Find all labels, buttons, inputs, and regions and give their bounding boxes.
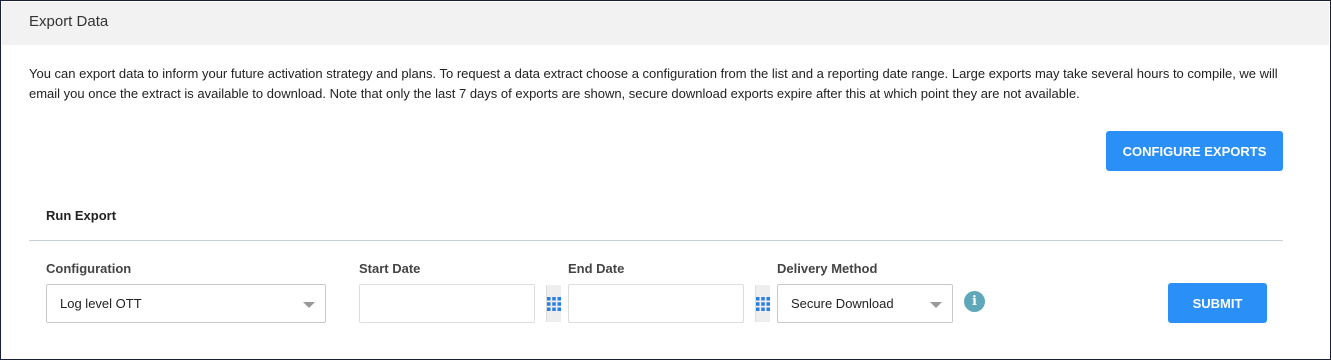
start-date-label: Start Date [359,261,421,276]
configuration-selected-value: Log level OTT [60,296,142,311]
configuration-select[interactable]: Log level OTT [46,284,326,323]
configuration-label: Configuration [46,261,132,276]
panel-header: Export Data [2,2,1329,45]
chevron-down-icon [303,302,315,308]
run-export-title: Run Export [46,208,117,223]
start-date-input[interactable] [360,285,546,322]
page-title: Export Data [29,13,109,30]
export-data-panel: Export Data You can export data to infor… [0,0,1331,360]
end-date-label: End Date [568,261,625,276]
configure-exports-button[interactable]: CONFIGURE EXPORTS [1106,131,1283,171]
section-divider [29,240,1283,241]
end-date-input[interactable] [569,285,755,322]
chevron-down-icon [930,302,942,308]
calendar-grid-icon[interactable] [755,285,770,322]
submit-button[interactable]: SUBMIT [1168,283,1267,323]
calendar-grid-icon[interactable] [546,285,561,322]
start-date-field [359,284,561,323]
end-date-field [568,284,770,323]
info-icon[interactable]: i [964,291,985,312]
delivery-method-select[interactable]: Secure Download [777,284,953,323]
delivery-method-label: Delivery Method [777,261,878,276]
export-description: You can export data to inform your futur… [29,66,1278,101]
delivery-method-selected-value: Secure Download [791,296,894,311]
